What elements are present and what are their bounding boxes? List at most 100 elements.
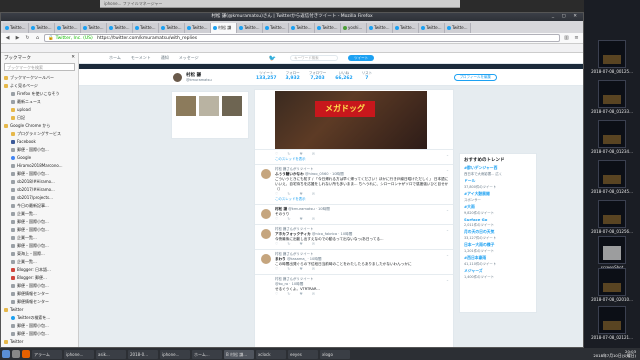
- back-icon[interactable]: ◀: [4, 35, 11, 42]
- trend-item[interactable]: #西日本豪雨 41,110件のツイート: [464, 255, 532, 266]
- taskbar-task[interactable]: asik...: [96, 349, 126, 359]
- bookmark-item[interactable]: ...: [1, 346, 78, 347]
- tweet[interactable]: 村松 謙さんがリツイート アホカフォックティカ @nico_fabrica · 1…: [255, 224, 453, 249]
- trend-item[interactable]: ドール 37,800件のツイート: [464, 178, 532, 189]
- tweet-actions[interactable]: ♡ ↻ ♥ ✉: [275, 267, 449, 272]
- trend-item[interactable]: 月の天の日の天気 33,127件のツイート: [464, 229, 532, 240]
- browser-tab[interactable]: Twitte...: [289, 23, 315, 33]
- window-titlebar[interactable]: 村松 謙(@kmuramatsu)さん | Twitterから返信付きツイート …: [1, 13, 583, 21]
- bookmark-item[interactable]: 最新ニュース: [1, 98, 78, 106]
- browser-tab[interactable]: Twitte...: [393, 23, 419, 33]
- bookmark-item[interactable]: 郵便・国際小包...: [1, 322, 78, 330]
- browser-tab[interactable]: Twitte...: [159, 23, 185, 33]
- browser-tab[interactable]: Twitte...: [419, 23, 445, 33]
- bookmark-item[interactable]: Twitterの検索を...: [1, 314, 78, 322]
- tweet-actions[interactable]: ♡ ↻ ♥ ✉: [275, 217, 449, 222]
- media-thumbnail[interactable]: [222, 96, 242, 116]
- desktop-file[interactable]: 2018-07-08_01233...: [585, 80, 639, 114]
- profile-stat[interactable]: ツイート 133,257: [256, 71, 277, 81]
- browser-tab[interactable]: Twitte...: [81, 23, 107, 33]
- bookmark-item[interactable]: ブックマークツールバー: [1, 74, 78, 82]
- trend-item[interactable]: メジャーズ 1,400件のツイート: [464, 268, 532, 279]
- window-controls[interactable]: _ ▢ ✕: [552, 13, 580, 21]
- browser-tab[interactable]: Twitte...: [3, 23, 29, 33]
- profile-stat[interactable]: いいね 66,262: [335, 71, 352, 81]
- avatar[interactable]: [261, 209, 271, 219]
- messages-nav[interactable]: メッセージ: [179, 55, 199, 61]
- bookmark-item[interactable]: 郵便情報センター: [1, 298, 78, 306]
- browser-tab[interactable]: Twitte...: [29, 23, 55, 33]
- browser-tab[interactable]: Twitte...: [263, 23, 289, 33]
- bookmark-item[interactable]: 郵便・国際小包...: [1, 242, 78, 250]
- bookmark-item[interactable]: Twitter: [1, 338, 78, 346]
- bookmark-item[interactable]: 郵便・国際小包...: [1, 218, 78, 226]
- tweet-actions[interactable]: ♡ ↻ ♥ ✉: [275, 242, 449, 247]
- chevron-down-icon[interactable]: ⌄: [446, 253, 449, 258]
- browser-tab[interactable]: Twitte...: [367, 23, 393, 33]
- close-icon[interactable]: ✕: [71, 55, 75, 60]
- notifications-nav[interactable]: 通知: [161, 55, 169, 61]
- tweet[interactable]: 村松 謙さんがリツイート まわり @kasama_ · 10時間 この時間出発ぐらの…: [255, 249, 453, 274]
- app-menu-icon[interactable]: [2, 350, 10, 358]
- reload-icon[interactable]: ↻: [24, 35, 31, 42]
- bookmark-item[interactable]: 郵便・国際小包...: [1, 330, 78, 338]
- taskbar-task[interactable]: xclock: [256, 349, 286, 359]
- desktop-file[interactable]: 2018-07-08_02121...: [585, 306, 639, 340]
- desktop-file[interactable]: 2018-07-08_00125...: [585, 40, 639, 74]
- trend-item[interactable]: #アイ大鼓展開 スポンサー: [464, 191, 532, 202]
- browser-tab[interactable]: Twitte...: [445, 23, 471, 33]
- bookmark-item[interactable]: Google: [1, 154, 78, 162]
- twitter-search-input[interactable]: キーワード検索: [290, 55, 339, 61]
- bookmark-item[interactable]: sb2018/#Hiramo...: [1, 178, 78, 186]
- chevron-down-icon[interactable]: ⌄: [446, 208, 449, 213]
- moments-nav[interactable]: モーメント: [131, 55, 151, 61]
- desktop-file[interactable]: screenShot: [585, 236, 639, 270]
- bookmark-item[interactable]: Blogger: 日本語...: [1, 266, 78, 274]
- url-bar[interactable]: 🔒 Twitter, Inc. (US) https://twitter.com/…: [44, 34, 560, 42]
- bookmark-item[interactable]: Firefox を使いこなそう: [1, 90, 78, 98]
- bookmark-item[interactable]: sb2017/#Hiramo...: [1, 186, 78, 194]
- bookmark-search-input[interactable]: ブックマークを検索: [4, 63, 75, 71]
- files-icon[interactable]: [12, 350, 20, 358]
- clock[interactable]: 20:03 2018年7月10日(火曜日): [593, 349, 638, 359]
- bookmark-item[interactable]: 企業一覧...: [1, 210, 78, 218]
- bookmark-item[interactable]: 郵便・国際小包...: [1, 226, 78, 234]
- taskbar-task[interactable]: B 村松 謙...: [224, 349, 254, 359]
- tweet-actions[interactable]: ♡ ↻ ♥ ✉: [275, 292, 449, 297]
- bookmark-item[interactable]: 日記: [1, 114, 78, 122]
- taskbar-task[interactable]: iphone...: [160, 349, 190, 359]
- browser-tab[interactable]: Twitte...: [315, 23, 341, 33]
- chevron-down-icon[interactable]: ⌄: [446, 228, 449, 233]
- bookmark-item[interactable]: 企業一覧...: [1, 258, 78, 266]
- chevron-down-icon[interactable]: ⌄: [446, 153, 449, 158]
- avatar[interactable]: [261, 229, 271, 239]
- avatar[interactable]: [172, 72, 183, 83]
- media-thumbnail[interactable]: [176, 96, 196, 116]
- avatar[interactable]: [261, 169, 271, 179]
- desktop-file[interactable]: 2018-07-08_02010...: [585, 268, 639, 302]
- chevron-down-icon[interactable]: ⌄: [446, 278, 449, 283]
- avatar[interactable]: [261, 254, 271, 264]
- bookmark-item[interactable]: 企業一覧...: [1, 234, 78, 242]
- trend-item[interactable]: #大雨 9,820件のツイート: [464, 204, 532, 215]
- tweet-button[interactable]: ツイート: [348, 55, 375, 61]
- bookmark-item[interactable]: よく見るページ: [1, 82, 78, 90]
- firefox-icon[interactable]: [22, 350, 30, 358]
- desktop-file[interactable]: 2018-07-08_01256...: [585, 200, 639, 234]
- media-thumbnail[interactable]: [199, 96, 219, 116]
- bookmark-item[interactable]: 郵便情報センター: [1, 290, 78, 298]
- trend-item[interactable]: 日本ー大雨の様子 1,201件のツイート: [464, 242, 532, 253]
- desktop-file[interactable]: 2018-07-08_01245...: [585, 160, 639, 194]
- browser-tab[interactable]: Twitte...: [133, 23, 159, 33]
- bookmark-item[interactable]: Twitter: [1, 306, 78, 314]
- tweet[interactable]: 村松 謙さんがリツイート ふぅう糖いかなわ @hiroo_0560 · 10時間ご…: [255, 164, 453, 204]
- browser-tab[interactable]: Twitte...: [107, 23, 133, 33]
- bookmark-item[interactable]: sb2017/projects...: [1, 194, 78, 202]
- sidebar-header[interactable]: ブックマーク ✕: [1, 53, 78, 62]
- taskbar-task[interactable]: ホーム...: [192, 349, 222, 359]
- tweet[interactable]: ♡ ↻ ♥ ✉ このスレッドを表示 ⌄: [255, 149, 453, 164]
- tweet[interactable]: 村松 謙さんがリツイート @ko_ro · 10時間 せるぐうくよ。VTRTRAR…: [255, 274, 453, 299]
- trend-item[interactable]: #酔いデンジャー西 西日本で大雨影響... 広く: [464, 165, 532, 176]
- profile-stat[interactable]: フォロワー 7,203: [309, 71, 327, 81]
- library-icon[interactable]: ▥: [563, 35, 570, 42]
